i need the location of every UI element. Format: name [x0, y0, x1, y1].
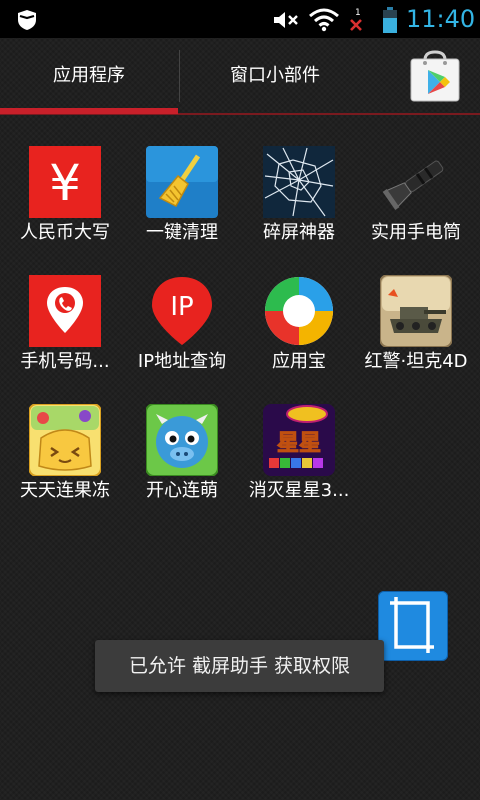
app-label: 人民币大写 [20, 222, 110, 243]
yuan-icon: ¥ [29, 146, 101, 218]
app-label: 天天连果冻 [20, 480, 110, 501]
screenshot-capture-button[interactable] [378, 591, 448, 661]
wifi-icon [309, 8, 339, 32]
app-item[interactable]: 开心连萌 [123, 404, 241, 524]
cracked-screen-icon [263, 146, 335, 218]
status-clock: 11:40 [406, 5, 476, 33]
active-tab-indicator [0, 108, 178, 114]
app-store-icon [265, 277, 333, 345]
mute-icon [274, 12, 298, 28]
play-store-icon[interactable] [408, 50, 462, 102]
crop-icon [390, 597, 434, 653]
app-item[interactable]: 应用宝 [240, 275, 358, 395]
star-game-icon: 星星 [263, 404, 335, 476]
drawer-tab-bar: 应用程序 窗口小部件 [0, 38, 480, 116]
ip-icon-text: IP [170, 292, 193, 322]
app-item[interactable]: 实用手电筒 [357, 146, 475, 266]
app-label: 手机号码... [20, 351, 110, 372]
jelly-game-icon [29, 404, 101, 476]
app-item[interactable]: 红警·坦克4D [357, 275, 475, 395]
phone-location-icon [29, 275, 101, 347]
app-label: 红警·坦克4D [364, 351, 468, 372]
yuan-symbol: ¥ [49, 154, 81, 212]
app-item[interactable]: ¥ 人民币大写 [6, 146, 124, 266]
cute-game-icon [146, 404, 218, 476]
shield-icon [18, 10, 36, 30]
flashlight-icon [382, 160, 444, 210]
tab-widgets[interactable]: 窗口小部件 [180, 38, 370, 114]
star-icon-text: 星星 [277, 431, 321, 456]
app-label: 碎屏神器 [263, 222, 335, 243]
app-item[interactable]: 手机号码... [6, 275, 124, 395]
app-item[interactable]: 星星 消灭星星3... [240, 404, 358, 524]
signal-badge: 1 [355, 8, 361, 18]
home-screen: 1 11:40 应用程序 窗口小部件 ¥ 人民币大写 一键清理 碎屏神器 实用手… [0, 0, 480, 800]
app-label: 消灭星星3... [248, 480, 350, 501]
app-label: IP地址查询 [137, 351, 227, 372]
app-label: 实用手电筒 [371, 222, 461, 243]
battery-icon [383, 7, 397, 33]
tank-game-icon [380, 275, 452, 347]
app-item[interactable]: IP IP地址查询 [123, 275, 241, 395]
app-item[interactable]: 碎屏神器 [240, 146, 358, 266]
app-label: 开心连萌 [146, 480, 218, 501]
ip-location-icon: IP [152, 277, 212, 345]
permission-toast: 已允许 截屏助手 获取权限 [95, 640, 384, 692]
tab-apps[interactable]: 应用程序 [0, 38, 178, 114]
status-bar: 1 11:40 [0, 0, 480, 38]
broom-icon [146, 146, 218, 218]
no-signal-icon: 1 [350, 8, 362, 31]
app-label: 应用宝 [272, 351, 326, 372]
app-item[interactable]: 一键清理 [123, 146, 241, 266]
app-item[interactable]: 天天连果冻 [6, 404, 124, 524]
app-label: 一键清理 [146, 222, 218, 243]
